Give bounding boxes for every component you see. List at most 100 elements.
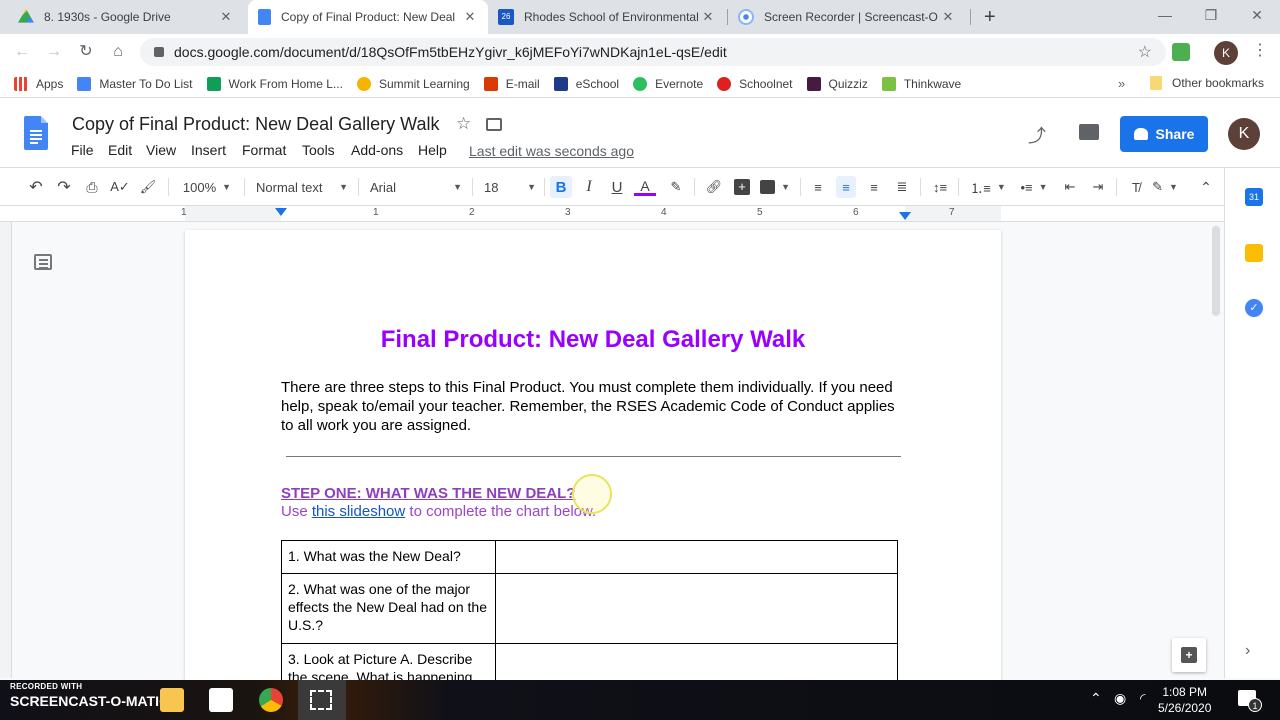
browser-menu-icon[interactable]: ⋮ [1252, 40, 1268, 60]
move-folder-icon[interactable] [486, 118, 502, 131]
font-select[interactable]: Arial ▼ [370, 176, 462, 198]
chrome-icon[interactable] [259, 688, 283, 712]
numbered-list-icon[interactable]: ⒈≡ ▼ [968, 176, 1008, 198]
close-tab-icon[interactable]: ✕ [218, 9, 234, 25]
bookmark-evernote[interactable]: Evernote [633, 76, 703, 91]
document-outline-icon[interactable] [34, 254, 52, 270]
close-tab-icon[interactable]: ✕ [462, 9, 478, 25]
microsoft-store-icon[interactable] [209, 688, 233, 712]
zoom-select[interactable]: 100% ▼ [180, 176, 234, 198]
calendar-icon[interactable]: 31 [1245, 188, 1263, 206]
reload-button[interactable]: ↻ [74, 40, 98, 64]
right-indent-handle[interactable] [899, 212, 911, 220]
bookmark-star-icon[interactable]: ☆ [1138, 42, 1152, 62]
document-page[interactable]: Final Product: New Deal Gallery Walk The… [185, 230, 1001, 714]
menu-format[interactable]: Format [242, 142, 286, 158]
comments-icon[interactable] [1079, 124, 1099, 140]
forward-button[interactable]: → [42, 40, 66, 64]
back-button[interactable]: ← [10, 40, 34, 64]
answer-cell[interactable] [495, 540, 898, 574]
menu-view[interactable]: View [146, 142, 176, 158]
bookmarks-overflow-button[interactable]: » [1118, 76, 1125, 91]
restore-button[interactable]: ❐ [1188, 0, 1234, 30]
insert-image-icon[interactable]: ▼ [760, 176, 790, 198]
browser-tab-rhodes[interactable]: 26 Rhodes School of Environmental ✕ [488, 0, 726, 34]
bookmark-thinkwave[interactable]: Thinkwave [881, 76, 961, 91]
redo-icon[interactable]: ↷ [54, 176, 74, 198]
highlight-icon[interactable]: ✎ [666, 176, 686, 198]
bookmark-work-from-home[interactable]: Work From Home L... [206, 76, 343, 91]
clear-formatting-icon[interactable]: T̸ [1126, 176, 1146, 198]
bookmark-eschool[interactable]: eSchool [553, 76, 619, 91]
expand-panel-icon[interactable]: › [1245, 642, 1250, 660]
bookmark-summit-learning[interactable]: Summit Learning [356, 76, 470, 91]
bookmark-email[interactable]: E-mail [483, 76, 540, 91]
question-cell[interactable]: 1. What was the New Deal? [281, 540, 496, 574]
vertical-scrollbar[interactable] [1212, 226, 1220, 316]
home-button[interactable]: ⌂ [106, 40, 130, 64]
activity-trend-icon[interactable]: ⤴ [1028, 122, 1046, 148]
new-tab-button[interactable]: + [974, 0, 1002, 34]
menu-addons[interactable]: Add-ons [351, 142, 403, 158]
document-title[interactable]: Copy of Final Product: New Deal Gallery … [72, 114, 439, 135]
undo-icon[interactable]: ↶ [26, 176, 46, 198]
star-icon[interactable]: ☆ [456, 114, 471, 134]
menu-help[interactable]: Help [418, 142, 447, 158]
answer-cell[interactable] [495, 573, 898, 644]
editing-mode-icon[interactable]: ✎ ▼ [1148, 176, 1182, 198]
google-docs-logo-icon[interactable] [24, 116, 48, 150]
close-tab-icon[interactable]: ✕ [940, 9, 956, 25]
close-tab-icon[interactable]: ✕ [700, 9, 716, 25]
wifi-icon[interactable]: ◜ [1140, 690, 1145, 707]
bold-button[interactable]: B [550, 176, 572, 198]
insert-comment-icon[interactable]: + [732, 176, 752, 198]
italic-button[interactable]: I [578, 176, 600, 198]
explore-button[interactable]: + [1172, 638, 1206, 672]
other-bookmarks[interactable]: Other bookmarks [1150, 76, 1264, 90]
menu-tools[interactable]: Tools [302, 142, 335, 158]
slideshow-link[interactable]: this slideshow [312, 503, 405, 520]
browser-tab-screencast[interactable]: Screen Recorder | Screencast-O ✕ [728, 0, 966, 34]
screencast-taskbar-item[interactable] [298, 680, 346, 720]
menu-file[interactable]: File [71, 142, 94, 158]
underline-button[interactable]: U [606, 176, 628, 198]
paint-format-icon[interactable]: 🖌 [138, 176, 158, 198]
link-icon[interactable]: 🔗︎ [704, 176, 724, 198]
decrease-indent-icon[interactable]: ⇤ [1060, 176, 1080, 198]
tasks-icon[interactable]: ✓ [1245, 299, 1263, 317]
last-edit-link[interactable]: Last edit was seconds ago [469, 143, 634, 159]
file-explorer-icon[interactable] [160, 688, 184, 712]
line-spacing-icon[interactable]: ↕≡ [930, 176, 950, 198]
left-indent-handle[interactable] [275, 208, 287, 216]
url-bar[interactable]: docs.google.com/document/d/18QsOfFm5tbEH… [140, 38, 1166, 66]
bookmark-quizziz[interactable]: Quizziz [806, 76, 868, 91]
browser-tab-docs[interactable]: Copy of Final Product: New Deal ✕ [248, 0, 488, 34]
close-window-button[interactable]: ✕ [1234, 0, 1280, 30]
account-avatar[interactable]: K [1228, 118, 1260, 150]
align-left-icon[interactable]: ≡ [808, 176, 828, 198]
tray-overflow-icon[interactable]: ⌃ [1090, 690, 1102, 707]
align-center-icon[interactable]: ≡ [836, 176, 856, 198]
text-color-button[interactable]: A [634, 176, 656, 198]
recording-indicator-icon[interactable]: ◉ [1114, 690, 1126, 707]
question-cell[interactable]: 2. What was one of the major effects the… [281, 573, 496, 644]
bulleted-list-icon[interactable]: •≡ ▼ [1014, 176, 1054, 198]
align-right-icon[interactable]: ≡ [864, 176, 884, 198]
menu-edit[interactable]: Edit [108, 142, 132, 158]
minimize-button[interactable]: — [1142, 0, 1188, 30]
system-clock[interactable]: 1:08 PM 5/26/2020 [1158, 684, 1211, 716]
bookmark-schoolnet[interactable]: Schoolnet [717, 76, 793, 91]
bookmark-apps[interactable]: Apps [14, 76, 63, 91]
bookmark-master-todo[interactable]: Master To Do List [77, 76, 193, 91]
browser-tab-drive[interactable]: 8. 1930s - Google Drive ✕ [8, 0, 244, 34]
profile-avatar[interactable]: K [1214, 41, 1238, 65]
share-button[interactable]: Share [1120, 116, 1208, 152]
keep-icon[interactable] [1245, 244, 1263, 262]
spellcheck-icon[interactable]: A✓ [110, 176, 130, 198]
align-justify-icon[interactable]: ≣ [892, 176, 912, 198]
style-select[interactable]: Normal text ▼ [256, 176, 348, 198]
font-size-select[interactable]: 18 ▼ [484, 176, 536, 198]
extension-icon[interactable] [1172, 43, 1190, 61]
menu-insert[interactable]: Insert [191, 142, 226, 158]
collapse-menu-icon[interactable]: ⌃ [1196, 176, 1216, 198]
